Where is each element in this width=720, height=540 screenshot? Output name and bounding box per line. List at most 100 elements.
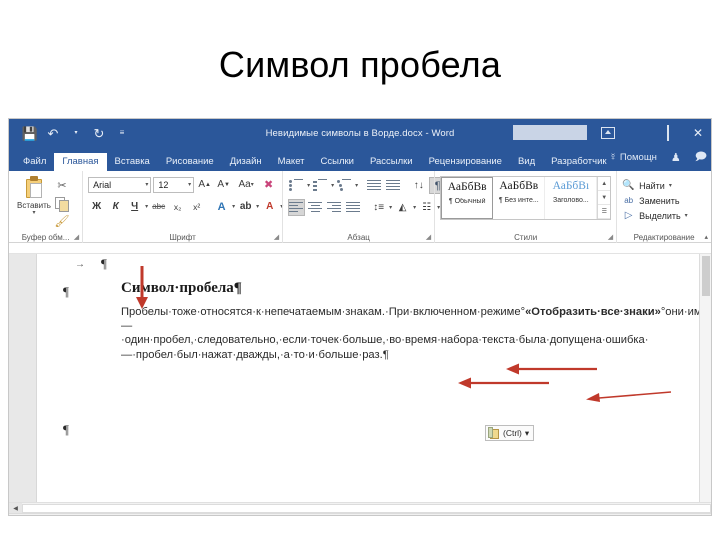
redo-icon[interactable]: ↻ — [92, 126, 106, 140]
font-name-value: Arial — [93, 179, 112, 190]
styles-more-icon[interactable]: ☰ — [598, 205, 611, 219]
shrink-font-button[interactable]: A ▼ — [215, 176, 232, 193]
numbered-list-icon[interactable] — [312, 177, 329, 194]
change-case-button[interactable]: Aa ▾ — [234, 176, 258, 193]
text-effects-caret-icon[interactable]: ▾ — [232, 204, 235, 210]
paste-caret-icon[interactable]: ▾ — [14, 210, 54, 216]
tab-draw[interactable]: Рисование — [158, 153, 222, 172]
paste-options-caret-icon[interactable]: ▾ — [525, 428, 529, 439]
cursor-icon: ▷ — [624, 210, 633, 221]
scroll-left-icon[interactable]: ◀ — [9, 502, 22, 514]
undo-icon[interactable]: ↶ — [46, 126, 60, 140]
select-caret-icon[interactable]: ▾ — [685, 213, 688, 219]
document-text[interactable]: → ¶ ¶ Символ·пробела¶ Пробелы·тоже·относ… — [63, 256, 711, 437]
bullets-caret-icon[interactable]: ▾ — [307, 183, 310, 189]
font-size-caret-icon[interactable]: ▾ — [188, 181, 191, 188]
align-left-icon[interactable] — [288, 199, 306, 216]
find-caret-icon[interactable]: ▾ — [669, 183, 672, 189]
font-size-input[interactable]: 12 ▾ — [153, 176, 195, 193]
font-name-caret-icon[interactable]: ▾ — [145, 181, 148, 188]
style-item-heading[interactable]: АаБбВı Заголово... — [545, 177, 598, 219]
underline-caret-icon[interactable]: ▾ — [145, 204, 148, 210]
line-spacing-icon[interactable]: ↕≡ — [370, 199, 387, 216]
underline-button[interactable]: Ч — [126, 198, 143, 215]
decrease-indent-icon[interactable] — [366, 177, 383, 194]
save-icon[interactable]: 💾 — [22, 126, 38, 140]
bullet-list-icon[interactable] — [288, 177, 305, 194]
tab-home[interactable]: Главная — [54, 152, 107, 171]
tab-design[interactable]: Дизайн — [222, 153, 270, 172]
styles-scroll-down-icon[interactable]: ▼ — [598, 191, 611, 205]
style-item-no-spacing[interactable]: АаБбВв ¶ Без инте... — [493, 177, 546, 219]
tab-layout[interactable]: Макет — [270, 153, 313, 172]
shading-caret-icon[interactable]: ▾ — [413, 205, 416, 211]
lightbulb-icon: ☿ — [609, 152, 617, 163]
tab-developer[interactable]: Разработчик — [543, 153, 614, 172]
multilevel-list-icon[interactable] — [336, 177, 353, 194]
tab-review[interactable]: Рецензирование — [421, 153, 510, 172]
styles-scroll-up-icon[interactable]: ▲ — [598, 177, 611, 191]
customize-qat-icon[interactable]: ≡ — [115, 126, 129, 140]
tab-references[interactable]: Ссылки — [313, 153, 362, 172]
ribbon-display-options-icon[interactable] — [601, 127, 615, 139]
copy-icon[interactable] — [54, 196, 70, 212]
style-item-normal[interactable]: АаБбВв ¶ Обычный — [441, 177, 494, 219]
bold-button[interactable]: Ж — [88, 198, 105, 215]
font-dialog-launcher[interactable]: ◢ — [274, 233, 279, 241]
tell-me-box[interactable]: ☿ Помощн — [609, 152, 657, 163]
account-icon[interactable]: ♟ — [671, 151, 681, 164]
text-effects-button[interactable]: A — [213, 198, 230, 215]
undo-dropdown-icon[interactable]: ▾ — [69, 126, 83, 140]
justify-icon[interactable] — [345, 199, 362, 216]
tab-view[interactable]: Вид — [510, 153, 543, 172]
grow-font-button[interactable]: A ▲ — [196, 176, 213, 193]
tab-file[interactable]: Файл — [15, 153, 54, 172]
select-button[interactable]: ▷ Выделить ▾ — [622, 208, 706, 223]
group-clipboard: Вставить ▾ ✂ 🖌 Буфер обм... ◢ — [9, 171, 82, 243]
find-button[interactable]: 🔍 Найти ▾ — [622, 178, 706, 193]
page-sheet[interactable]: → ¶ ¶ Символ·пробела¶ Пробелы·тоже·относ… — [36, 254, 711, 502]
align-center-icon[interactable] — [307, 199, 324, 216]
styles-dialog-launcher[interactable]: ◢ — [608, 233, 613, 241]
vertical-scrollbar[interactable] — [699, 254, 711, 502]
clear-formatting-icon[interactable]: ✖ — [260, 176, 277, 193]
line-spacing-caret-icon[interactable]: ▾ — [389, 205, 392, 211]
group-label-clipboard: Буфер обм... — [21, 233, 70, 242]
collapse-ribbon-icon[interactable]: ▴ — [704, 233, 708, 241]
multilevel-caret-icon[interactable]: ▾ — [355, 183, 358, 189]
word-window: 💾 ↶ ▾ ↻ ≡ Невидимые символы в Ворде.docx… — [8, 118, 712, 516]
subscript-button[interactable]: x₂ — [169, 198, 186, 215]
paste-options-button[interactable]: (Ctrl) ▾ — [485, 425, 535, 441]
shading-icon[interactable]: ◭ — [394, 199, 411, 216]
increase-indent-icon[interactable] — [385, 177, 402, 194]
scissors-icon[interactable]: ✂ — [54, 178, 70, 192]
vertical-scroll-thumb[interactable] — [702, 256, 710, 296]
quick-access-toolbar: 💾 ↶ ▾ ↻ ≡ — [9, 126, 129, 140]
highlight-caret-icon[interactable]: ▾ — [256, 204, 259, 210]
tab-mailings[interactable]: Рассылки — [362, 153, 421, 172]
paragraph-dialog-launcher[interactable]: ◢ — [426, 233, 431, 241]
restore-button[interactable] — [661, 125, 675, 141]
strikethrough-button[interactable]: abc — [150, 198, 167, 215]
font-color-button[interactable]: A — [261, 198, 278, 215]
clipboard-dialog-launcher[interactable]: ◢ — [74, 233, 79, 241]
align-right-icon[interactable] — [326, 199, 343, 216]
superscript-button[interactable]: x² — [188, 198, 205, 215]
italic-button[interactable]: К — [107, 198, 124, 215]
group-label-editing: Редактирование — [633, 233, 695, 242]
highlight-button[interactable]: ab — [237, 198, 254, 215]
font-name-input[interactable]: Arial ▾ — [88, 176, 152, 193]
close-button[interactable]: ✕ — [691, 126, 705, 140]
format-painter-icon[interactable]: 🖌 — [54, 214, 70, 228]
horizontal-scroll-track[interactable] — [22, 503, 711, 513]
borders-icon[interactable]: ☷ — [418, 199, 435, 216]
comments-icon[interactable]: 🗩 — [695, 148, 707, 167]
styles-gallery: АаБбВв ¶ Обычный АаБбВв ¶ Без инте... Аа… — [440, 176, 612, 220]
sort-icon[interactable]: ↑↓ — [410, 177, 427, 194]
numbering-caret-icon[interactable]: ▾ — [331, 183, 334, 189]
group-label-styles: Стили — [514, 233, 538, 242]
horizontal-scrollbar[interactable]: ◀ — [9, 502, 711, 514]
ruler[interactable] — [9, 243, 711, 254]
tab-insert[interactable]: Вставка — [107, 153, 158, 172]
replace-button[interactable]: ab Заменить — [622, 193, 706, 208]
